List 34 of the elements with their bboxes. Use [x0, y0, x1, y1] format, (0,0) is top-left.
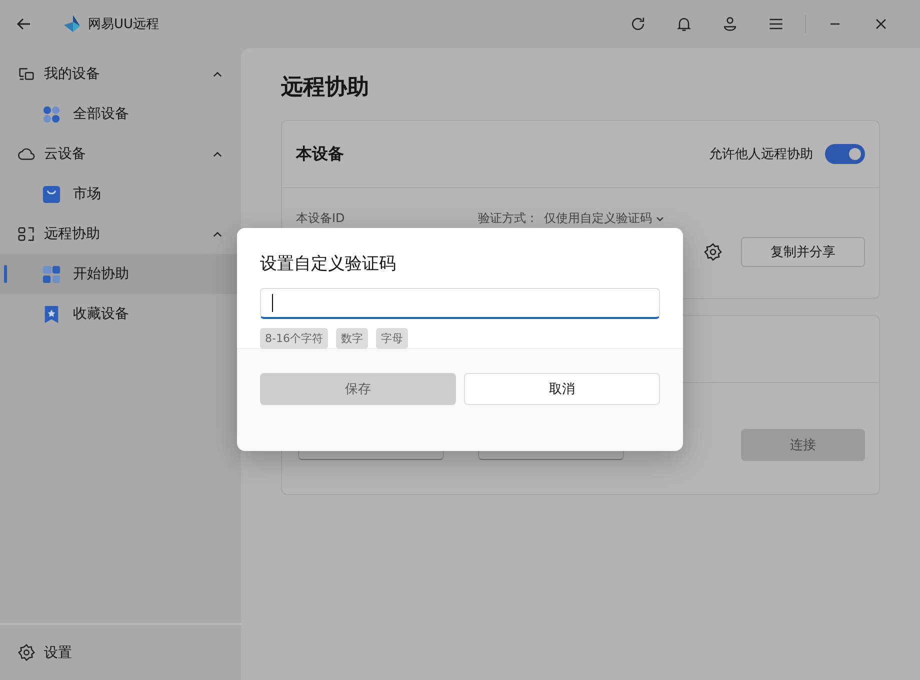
code-input-field[interactable]	[260, 288, 660, 319]
nav-item[interactable]: 收藏设备	[0, 294, 237, 334]
settings-icon	[17, 643, 36, 662]
logo-icon	[62, 14, 82, 34]
allow-toggle[interactable]	[825, 144, 865, 164]
settings-icon[interactable]	[703, 242, 723, 262]
verify-dropdown[interactable]: 仅使用自定义验证码	[544, 210, 666, 227]
dialog-title: 设置自定义验证码	[260, 253, 397, 275]
hint-tag: 字母	[376, 328, 408, 349]
toggle-label: 允许他人远程协助	[709, 146, 813, 163]
remote-icon	[17, 224, 36, 244]
nav-group[interactable]: 我的设备	[0, 54, 241, 94]
bell-icon[interactable]	[675, 15, 693, 33]
refresh-icon[interactable]	[629, 15, 647, 33]
bookmark-icon	[42, 304, 61, 324]
nav-item[interactable]: 开始协助	[0, 254, 237, 294]
bag-icon	[42, 184, 61, 204]
verify-label: 验证方式：	[478, 210, 538, 227]
app-title: 网易UU远程	[88, 16, 160, 33]
card-title: 本设备	[296, 144, 344, 164]
hint-tag: 数字	[336, 328, 368, 349]
back-icon[interactable]	[16, 16, 32, 32]
user-icon[interactable]	[721, 15, 739, 33]
cancel-button[interactable]: 取消	[464, 373, 660, 405]
device-id-label: 本设备ID	[296, 210, 346, 227]
page-title: 远程协助	[281, 74, 370, 102]
nav-item[interactable]: 全部设备	[0, 94, 237, 134]
nav-group[interactable]: 远程协助	[0, 214, 241, 254]
grid-icon	[42, 104, 61, 124]
nav-item[interactable]: 市场	[0, 174, 237, 214]
tiles-icon	[42, 264, 61, 284]
hint-tag: 8-16个字符	[260, 328, 328, 349]
copy-share-button[interactable]: 复制并分享	[741, 237, 865, 267]
nav-group[interactable]: 云设备	[0, 134, 241, 174]
